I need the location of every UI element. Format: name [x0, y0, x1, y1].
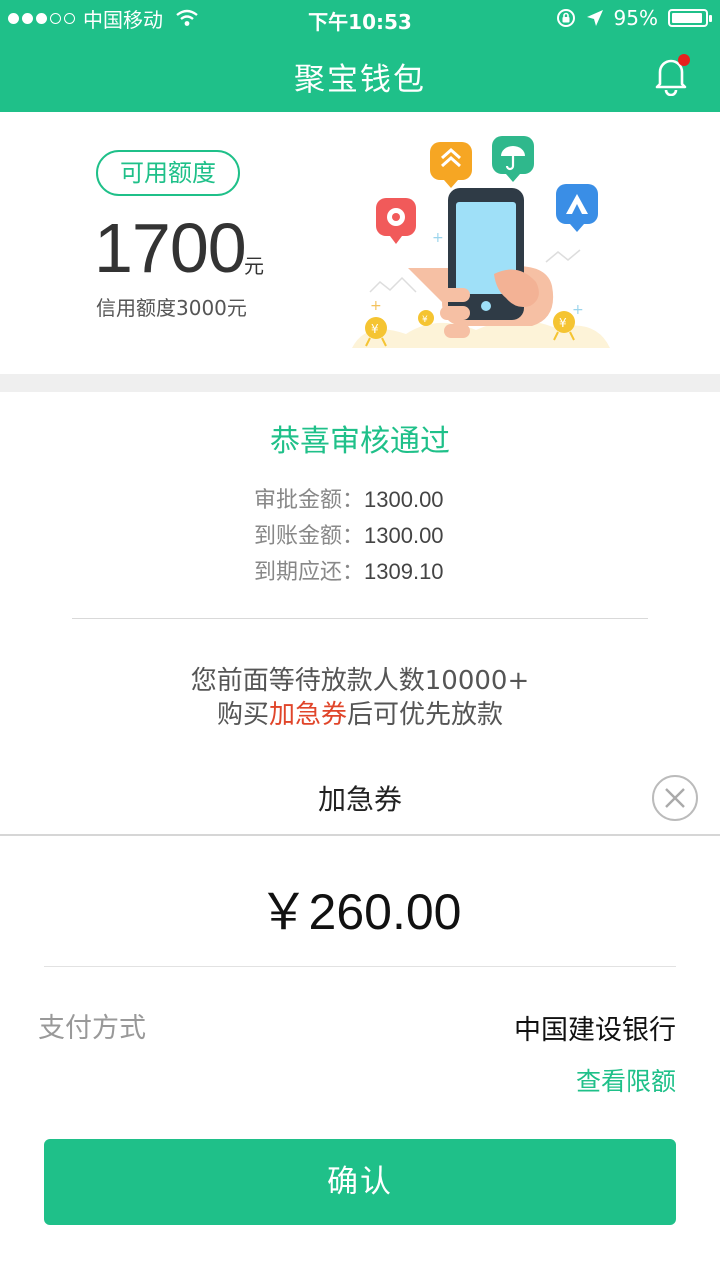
divider: [44, 966, 676, 967]
section-gap: [0, 374, 720, 392]
approved-amount-label: 审批金额：: [254, 488, 365, 513]
svg-text:¥: ¥: [422, 315, 428, 325]
credit-summary: 可用额度 1700 元 信用额度3000元 + + + ¥ ¥ ¥: [0, 112, 720, 374]
svg-text:+: +: [572, 302, 584, 318]
queue-count-text: 您前面等待放款人数10000+: [190, 666, 530, 696]
rotation-lock-icon: [556, 9, 575, 27]
svg-text:¥: ¥: [371, 322, 379, 336]
battery-fill: [672, 13, 703, 23]
nav-bar: 聚宝钱包: [0, 36, 720, 112]
received-amount-row: 到账金额：1300.00: [254, 518, 444, 554]
battery-icon: [668, 9, 712, 27]
due-amount-label: 到期应还：: [254, 560, 365, 585]
due-amount-value: 1309.10: [364, 559, 444, 584]
available-credit-badge: 可用额度: [96, 150, 240, 196]
umbrella-app-bubble-icon: [492, 136, 534, 182]
approved-amount-value: 1300.00: [364, 487, 444, 512]
received-amount-value: 1300.00: [364, 523, 444, 548]
view-limit-link[interactable]: 查看限额: [576, 1062, 676, 1098]
battery-percent: 95%: [613, 6, 658, 30]
available-credit-amount: 1700: [94, 209, 247, 287]
svg-text:+: +: [432, 230, 444, 246]
status-right: 95%: [556, 6, 712, 30]
svg-text:¥: ¥: [559, 316, 567, 330]
confirm-button[interactable]: 确认: [44, 1139, 676, 1225]
approval-details: 审批金额：1300.00 到账金额：1300.00 到期应还：1309.10: [254, 482, 444, 590]
page-title: 聚宝钱包: [294, 62, 426, 98]
status-bar: 中国移动 下午10:53 95%: [0, 0, 720, 36]
orange-app-bubble-icon: [430, 142, 472, 188]
red-app-bubble-icon: [376, 198, 416, 244]
close-icon: [665, 788, 685, 808]
payment-bank-selector[interactable]: 中国建设银行: [514, 1008, 676, 1047]
notification-bell-icon[interactable]: [652, 54, 690, 96]
priority-text: 购买加急券后可优先放款: [216, 700, 504, 730]
svg-text:+: +: [370, 298, 382, 314]
payment-method-label: 支付方式: [38, 1013, 146, 1044]
sheet-title: 加急券: [317, 783, 402, 816]
due-amount-row: 到期应还：1309.10: [254, 554, 444, 590]
coin-character-icon: ¥: [418, 310, 434, 326]
voucher-sheet-header: 加急券: [0, 752, 720, 836]
queue-notice: 您前面等待放款人数10000+ 购买加急券后可优先放款: [0, 664, 720, 732]
location-arrow-icon: [586, 10, 603, 26]
divider: [72, 618, 648, 619]
express-voucher-highlight: 加急券: [268, 700, 347, 730]
total-credit-limit: 信用额度3000元: [96, 296, 247, 320]
approval-title: 恭喜审核通过: [270, 424, 450, 459]
blue-app-bubble-icon: [556, 184, 598, 232]
phone-hand-illustration: + + + ¥ ¥ ¥: [352, 136, 610, 348]
received-amount-label: 到账金额：: [254, 524, 365, 549]
credit-unit: 元: [244, 254, 264, 278]
voucher-price: ￥260.00: [258, 884, 462, 940]
close-button[interactable]: [652, 775, 698, 821]
approved-amount-row: 审批金额：1300.00: [254, 482, 444, 518]
